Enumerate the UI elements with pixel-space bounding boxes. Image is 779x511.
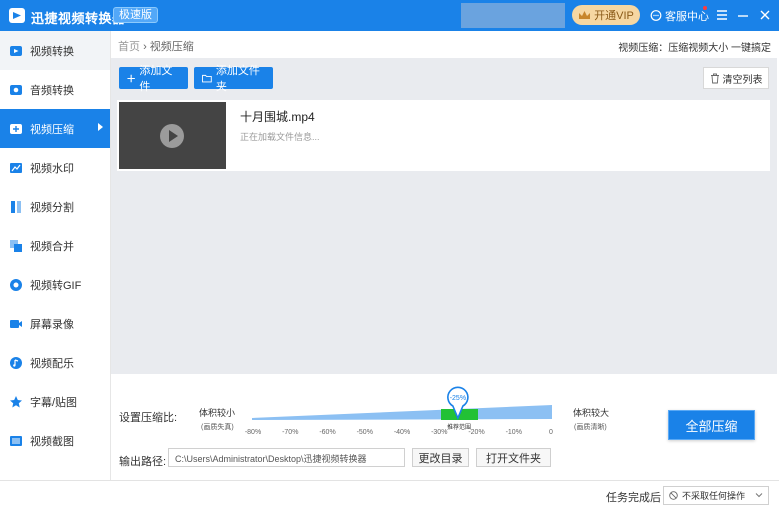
add-folder-button[interactable]: 添加文件夹 bbox=[194, 65, 273, 93]
slider-tick-label: -40% bbox=[393, 429, 411, 436]
crown-icon bbox=[579, 11, 591, 19]
smaller-size-label: 体积较小 bbox=[199, 408, 236, 418]
slider-tick-label: -10% bbox=[505, 429, 522, 436]
slider-tick-label: -70% bbox=[282, 429, 299, 436]
audio-convert-icon bbox=[10, 84, 22, 95]
slider-tick-label: -50% bbox=[356, 429, 373, 436]
file-name: 十月围城.mp4 bbox=[240, 110, 315, 124]
chat-icon bbox=[650, 10, 662, 21]
sidebar-item-video-watermark[interactable]: 视频水印 bbox=[0, 148, 110, 187]
sidebar-item-label: 视频水印 bbox=[30, 162, 74, 175]
video-merge-icon bbox=[10, 239, 22, 252]
slider-value-label: -25% bbox=[450, 395, 466, 402]
sidebar-item-video-convert[interactable]: 视频转换 bbox=[0, 31, 110, 70]
vip-button[interactable]: 开通VIP bbox=[572, 5, 640, 25]
video-thumbnail[interactable] bbox=[119, 102, 226, 169]
video-screenshot-icon bbox=[10, 435, 22, 446]
slider-tick-label: -30% bbox=[431, 429, 448, 436]
breadcrumb-home[interactable]: 首页 bbox=[118, 41, 140, 53]
sidebar-item-video-merge[interactable]: 视频合并 bbox=[0, 226, 110, 265]
chevron-down-icon bbox=[755, 493, 763, 498]
sidebar-item-label: 视频截图 bbox=[30, 435, 74, 448]
slider-tick-label: -80% bbox=[244, 429, 262, 436]
video-music-icon bbox=[10, 356, 22, 369]
sidebar-item-video-gif[interactable]: 视频转GIF bbox=[0, 265, 110, 304]
breadcrumb-current: 视频压缩 bbox=[149, 41, 194, 53]
screen-record-icon bbox=[10, 319, 22, 328]
change-directory-button[interactable]: 更改目录 bbox=[412, 448, 469, 467]
output-path-input[interactable]: C:\Users\Administrator\Desktop\迅捷视频转换器 bbox=[168, 448, 405, 467]
sidebar-item-label: 屏幕录像 bbox=[30, 318, 74, 331]
slider-track bbox=[252, 405, 552, 420]
add-file-label: 添加文件 bbox=[139, 65, 173, 93]
service-center-button[interactable]: 客服中心 bbox=[650, 6, 709, 24]
sidebar-item-label: 视频转GIF bbox=[30, 279, 82, 292]
larger-size-label: 体积较大 bbox=[573, 408, 610, 418]
sidebar-item-screen-record[interactable]: 屏幕录像 bbox=[0, 304, 110, 343]
menu-icon[interactable] bbox=[714, 7, 730, 23]
breadcrumb: 首页 › 视频压缩 bbox=[118, 38, 194, 54]
video-compress-icon bbox=[10, 123, 22, 134]
edition-badge: 极速版 bbox=[113, 7, 158, 23]
slider-tick-label: 0 bbox=[549, 429, 553, 436]
sidebar-item-video-screenshot[interactable]: 视频截图 bbox=[0, 421, 110, 460]
sidebar-item-video-compress[interactable]: 视频压缩 bbox=[0, 109, 110, 148]
sidebar-item-label: 字幕/贴图 bbox=[30, 396, 78, 409]
sidebar-item-label: 音频转换 bbox=[30, 84, 74, 97]
video-split-icon bbox=[11, 200, 21, 213]
after-task-label: 任务完成后 bbox=[606, 492, 661, 504]
file-item[interactable]: 十月围城.mp4 正在加载文件信息... bbox=[117, 100, 770, 171]
sidebar-item-label: 视频分割 bbox=[30, 201, 74, 214]
feature-tip: 视频压缩：压缩视频大小 一键搞定 bbox=[618, 43, 771, 54]
clear-list-label: 清空列表 bbox=[722, 74, 763, 86]
folder-icon bbox=[202, 74, 212, 82]
sidebar-item-video-split[interactable]: 视频分割 bbox=[0, 187, 110, 226]
compression-ratio-label: 设置压缩比: bbox=[119, 412, 178, 424]
sidebar-item-subtitle-sticker[interactable]: 字幕/贴图 bbox=[0, 382, 110, 421]
trash-icon bbox=[710, 73, 719, 83]
service-label: 客服中心 bbox=[665, 11, 709, 23]
sidebar-item-video-music[interactable]: 视频配乐 bbox=[0, 343, 110, 382]
app-title: 迅捷视频转换器 bbox=[31, 11, 126, 26]
output-path-label: 输出路径: bbox=[119, 456, 167, 468]
sidebar-item-label: 视频合并 bbox=[30, 240, 74, 253]
breadcrumb-separator: › bbox=[143, 41, 147, 53]
add-file-button[interactable]: 添加文件 bbox=[119, 65, 188, 93]
app-logo-icon bbox=[9, 8, 25, 23]
slider-tick-label: -20% bbox=[468, 429, 485, 436]
plus-icon bbox=[127, 74, 135, 82]
sidebar-item-label: 视频转换 bbox=[30, 45, 74, 58]
title-blank-area bbox=[461, 3, 565, 28]
subtitle-sticker-icon bbox=[10, 395, 22, 407]
video-convert-icon bbox=[10, 45, 22, 56]
larger-size-sub: (画质清晰) bbox=[574, 424, 607, 431]
sidebar-item-label: 视频配乐 bbox=[30, 357, 74, 370]
chevron-right-icon bbox=[98, 123, 103, 131]
notification-dot bbox=[703, 6, 707, 10]
video-watermark-icon bbox=[10, 162, 22, 173]
sidebar: 视频转换 音频转换 视频压缩 视频水印 视频分割 视频合并 视频转GIF 屏幕录… bbox=[0, 31, 111, 480]
minimize-icon[interactable] bbox=[735, 7, 751, 23]
video-gif-icon bbox=[10, 278, 22, 291]
sidebar-item-audio-convert[interactable]: 音频转换 bbox=[0, 70, 110, 109]
play-icon[interactable] bbox=[160, 124, 184, 148]
close-icon[interactable] bbox=[757, 7, 773, 23]
compress-all-button[interactable]: 全部压缩 bbox=[668, 410, 755, 440]
after-task-select[interactable]: 不采取任何操作 bbox=[663, 486, 769, 505]
prohibit-icon bbox=[669, 491, 678, 500]
clear-list-button[interactable]: 清空列表 bbox=[703, 67, 769, 89]
sidebar-item-label: 视频压缩 bbox=[30, 123, 74, 136]
slider-tick-label: -60% bbox=[319, 429, 336, 436]
file-status: 正在加载文件信息... bbox=[240, 132, 320, 142]
smaller-size-sub: (画质失真) bbox=[201, 424, 234, 431]
title-bar: 迅捷视频转换器 极速版 开通VIP 客服中心 bbox=[0, 0, 779, 31]
vip-label: 开通VIP bbox=[594, 10, 634, 22]
open-folder-button[interactable]: 打开文件夹 bbox=[476, 448, 551, 467]
after-task-value: 不采取任何操作 bbox=[682, 491, 746, 501]
add-folder-label: 添加文件夹 bbox=[215, 65, 260, 93]
